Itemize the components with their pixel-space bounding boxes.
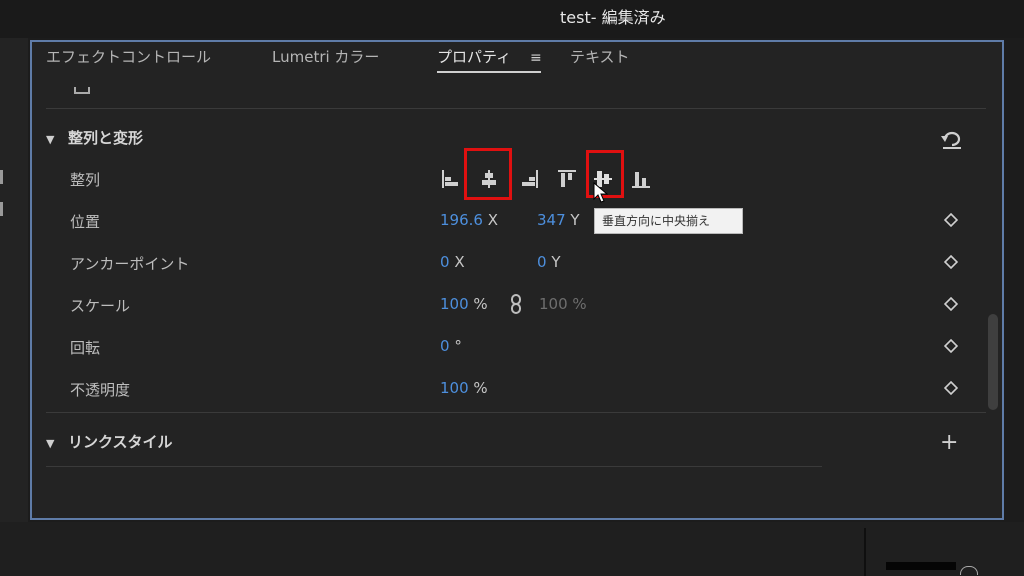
align-bottom-icon[interactable] bbox=[630, 168, 652, 190]
cursor-icon bbox=[593, 182, 609, 203]
bottom-divider bbox=[864, 528, 866, 576]
position-label: 位置 bbox=[70, 213, 101, 231]
anchor-x[interactable]: 0 X bbox=[440, 253, 465, 271]
chevron-down-icon[interactable]: ▼ bbox=[46, 437, 60, 450]
rotation-label: 回転 bbox=[70, 339, 101, 357]
anchor-point-label: アンカーポイント bbox=[70, 255, 190, 273]
scrollbar-thumb[interactable] bbox=[988, 314, 998, 410]
anchor-y-value[interactable]: 0 bbox=[537, 253, 547, 271]
scale-linked-value: 100 % bbox=[539, 295, 587, 313]
rotation-value[interactable]: 0 bbox=[440, 337, 450, 355]
active-tab-indicator bbox=[437, 71, 541, 73]
bottom-toolbar-item[interactable] bbox=[886, 562, 956, 570]
keyframe-diamond-icon[interactable] bbox=[944, 297, 958, 311]
tab-properties[interactable]: プロパティ bbox=[437, 46, 511, 67]
checkbox-icon[interactable] bbox=[74, 87, 90, 94]
bottom-panel bbox=[0, 522, 1024, 576]
section-divider bbox=[46, 466, 822, 467]
position-y[interactable]: 347 Y bbox=[537, 211, 580, 229]
anchor-x-unit: X bbox=[454, 253, 465, 271]
scale-label: スケール bbox=[70, 297, 131, 315]
align-top-icon[interactable] bbox=[556, 168, 578, 190]
scale-value-field[interactable]: 100 % bbox=[440, 295, 488, 313]
tab-menu-icon[interactable]: ≡ bbox=[530, 50, 542, 66]
rotation-unit: ° bbox=[454, 337, 462, 355]
keyframe-diamond-icon[interactable] bbox=[944, 381, 958, 395]
section-divider bbox=[46, 412, 986, 413]
window-title: test- 編集済み bbox=[560, 8, 666, 27]
anchor-y-unit: Y bbox=[551, 253, 561, 271]
link-chain-icon[interactable] bbox=[510, 294, 522, 314]
panel-tabs: エフェクトコントロール Lumetri カラー プロパティ ≡ テキスト bbox=[32, 42, 1002, 74]
opacity-field[interactable]: 100 % bbox=[440, 379, 488, 397]
chevron-down-icon[interactable]: ▼ bbox=[46, 133, 60, 146]
opacity-value[interactable]: 100 bbox=[440, 379, 469, 397]
position-y-value[interactable]: 347 bbox=[537, 211, 566, 229]
anchor-y[interactable]: 0 Y bbox=[537, 253, 561, 271]
section-title: リンクスタイル bbox=[68, 433, 173, 451]
position-x-unit: X bbox=[487, 211, 499, 229]
position-x-value[interactable]: 196.6 bbox=[440, 211, 483, 229]
properties-panel: エフェクトコントロール Lumetri カラー プロパティ ≡ テキスト ▼ 整列… bbox=[30, 40, 1004, 520]
left-panel-marker bbox=[0, 170, 3, 184]
left-panel-edge bbox=[0, 38, 28, 528]
align-left-icon[interactable] bbox=[440, 168, 462, 190]
title-bar: test- 編集済み bbox=[0, 0, 1024, 38]
plus-icon[interactable]: + bbox=[940, 430, 958, 455]
section-header-align-transform[interactable]: ▼ 整列と変形 bbox=[46, 127, 143, 148]
rotation-field[interactable]: 0 ° bbox=[440, 337, 462, 355]
left-panel-marker bbox=[0, 202, 3, 216]
align-label: 整列 bbox=[70, 171, 101, 189]
anchor-x-value[interactable]: 0 bbox=[440, 253, 450, 271]
keyframe-diamond-icon[interactable] bbox=[944, 255, 958, 269]
reset-icon[interactable] bbox=[940, 130, 964, 150]
keyframe-diamond-icon[interactable] bbox=[944, 213, 958, 227]
bottom-tool-icon[interactable] bbox=[960, 566, 978, 575]
section-title: 整列と変形 bbox=[68, 129, 144, 147]
tab-lumetri-color[interactable]: Lumetri カラー bbox=[272, 46, 379, 67]
position-y-unit: Y bbox=[570, 211, 580, 229]
position-x[interactable]: 196.6 X bbox=[440, 211, 498, 229]
highlight-box-horizontal-center bbox=[464, 148, 512, 200]
scale-value[interactable]: 100 bbox=[440, 295, 469, 313]
clipped-checkbox-row bbox=[74, 87, 224, 94]
align-right-icon[interactable] bbox=[518, 168, 540, 190]
section-header-link-style[interactable]: ▼ リンクスタイル bbox=[46, 431, 173, 452]
opacity-label: 不透明度 bbox=[70, 381, 131, 399]
opacity-unit: % bbox=[473, 379, 488, 397]
tab-effect-controls[interactable]: エフェクトコントロール bbox=[46, 46, 211, 67]
tab-text[interactable]: テキスト bbox=[570, 46, 630, 67]
tooltip: 垂直方向に中央揃え bbox=[594, 208, 743, 234]
keyframe-diamond-icon[interactable] bbox=[944, 339, 958, 353]
section-divider bbox=[46, 108, 986, 109]
scale-unit: % bbox=[473, 295, 488, 313]
